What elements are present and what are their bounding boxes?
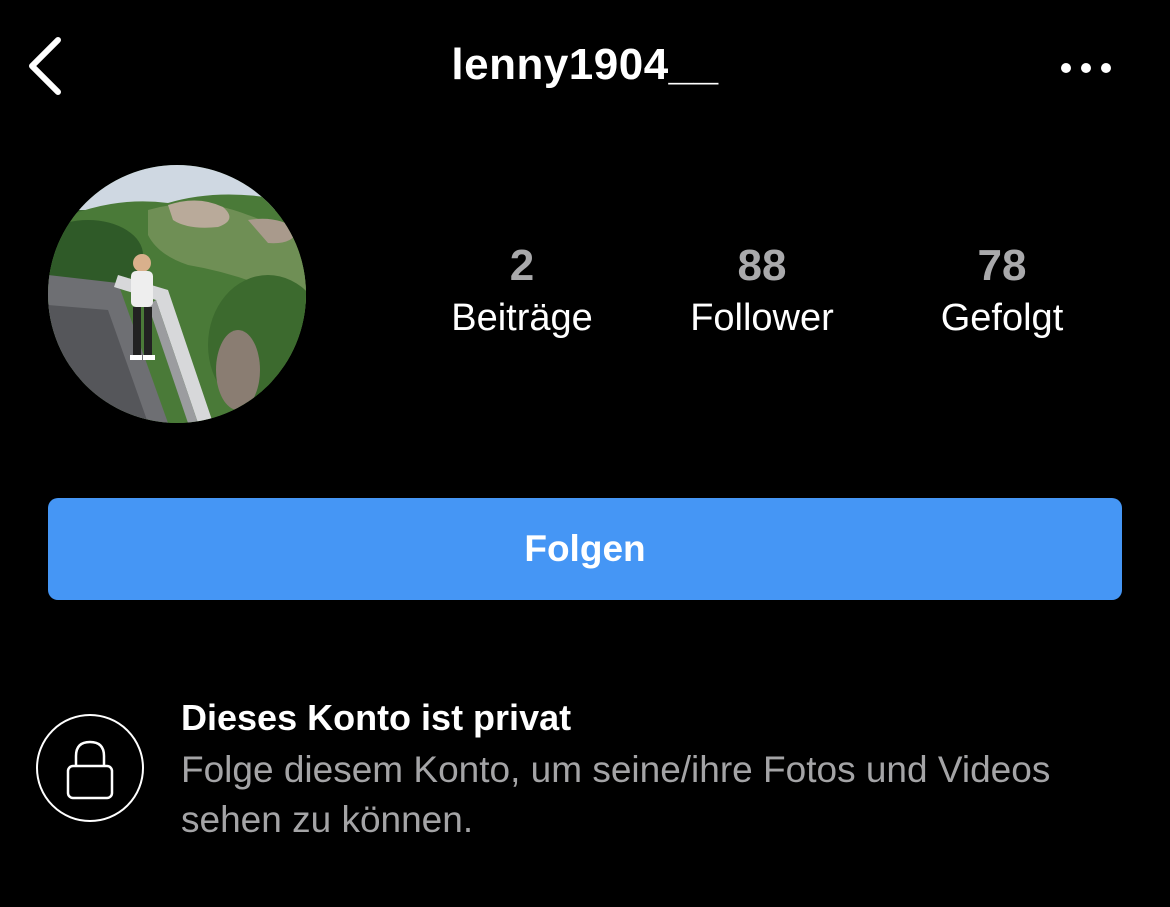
private-account-description: Folge diesem Konto, um seine/ihre Fotos … (181, 749, 1051, 840)
stat-label: Beiträge (451, 297, 593, 339)
stat-label: Gefolgt (940, 297, 1064, 339)
lock-icon (36, 714, 144, 822)
avatar[interactable] (48, 165, 306, 423)
stat-following[interactable]: 78 Gefolgt (892, 240, 1112, 344)
stat-count: 78 (977, 241, 1027, 290)
stat-label: Follower (690, 297, 834, 339)
private-account-title: Dieses Konto ist privat (181, 697, 572, 738)
page-title: lenny1904__ (451, 40, 719, 89)
stat-count: 88 (737, 241, 787, 290)
stat-posts: 2 Beiträge (412, 240, 632, 344)
follow-button[interactable]: Folgen (48, 498, 1122, 600)
stat-count: 2 (509, 241, 535, 290)
more-options-icon[interactable] (1052, 50, 1122, 86)
stat-followers[interactable]: 88 Follower (652, 240, 872, 344)
